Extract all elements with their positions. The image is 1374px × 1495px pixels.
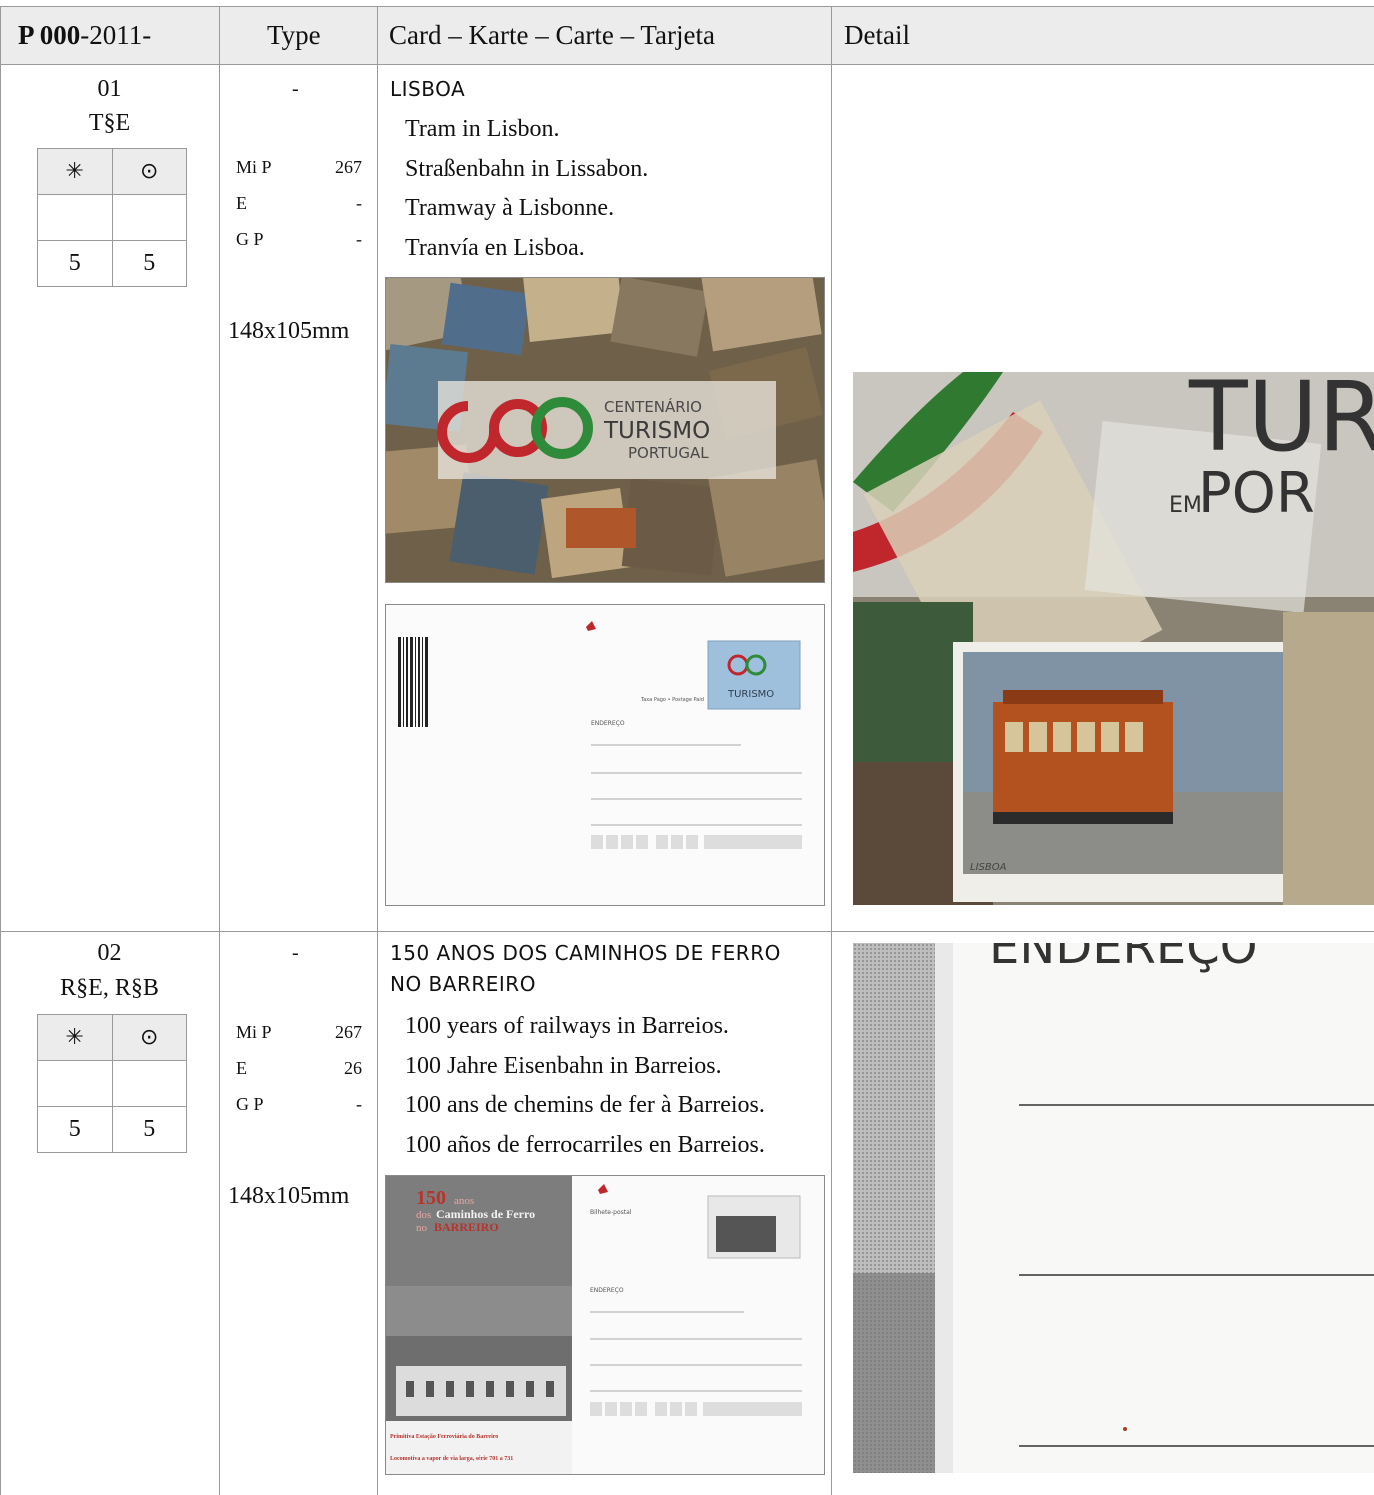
price-table: ✳ ⊙ 55 xyxy=(37,148,187,287)
svg-text:no: no xyxy=(416,1222,428,1234)
catalog-row: E- xyxy=(236,193,362,213)
price-mint: 5 xyxy=(37,240,113,287)
logo-portugal: PORTUGAL xyxy=(628,444,709,462)
type-value: - xyxy=(292,78,299,100)
catalog-row: Mi P 267 xyxy=(236,157,362,177)
address-label: ENDEREÇO xyxy=(591,720,625,727)
svg-text:BARREIRO: BARREIRO xyxy=(434,1220,499,1234)
used-icon: ⊙ xyxy=(111,148,187,195)
svg-text:TURISMO: TURISMO xyxy=(727,689,774,700)
empty-cell xyxy=(37,194,113,241)
empty-cell xyxy=(111,194,187,241)
entry-number: 02 xyxy=(97,940,122,966)
header-code-year: -2011- xyxy=(80,19,152,50)
catalog-row: G P- xyxy=(236,229,362,249)
empty-cell xyxy=(37,1060,113,1107)
svg-text:ENDEREÇO: ENDEREÇO xyxy=(590,1287,624,1294)
card-back-image: TURISMO Taxa Pago • Postage Paid ENDEREÇ… xyxy=(385,604,825,906)
detail-tur: TUR xyxy=(1188,372,1374,473)
svg-text:anos: anos xyxy=(454,1195,474,1207)
svg-text:Caminhos de Ferro: Caminhos de Ferro xyxy=(436,1207,535,1221)
catalog-row: Mi P 267 xyxy=(236,1022,362,1042)
card-size: 148x105mm xyxy=(228,318,350,344)
price-mint: 5 xyxy=(37,1106,113,1153)
desc-es: 100 años de ferrocarriles en Barreios. xyxy=(405,1131,765,1158)
mint-icon: ✳ xyxy=(37,1014,113,1061)
mint-icon: ✳ xyxy=(37,148,113,195)
entry-number: 01 xyxy=(97,76,122,102)
rule xyxy=(831,6,832,1495)
svg-text:Primitiva Estação Ferroviária: Primitiva Estação Ferroviária do Barreir… xyxy=(390,1434,498,1440)
header-type: Type xyxy=(267,19,321,50)
card-title: 150 ANOS DOS CAMINHOS DE FERRO NO BARREI… xyxy=(390,941,781,996)
catalog-list: Mi P 267 E 26 G P- xyxy=(236,1022,362,1130)
card-image: 150 anos dos Caminhos de Ferro no BARREI… xyxy=(385,1175,825,1475)
card-front-image: CENTENÁRIO TURISMO PORTUGAL xyxy=(385,277,825,583)
desc-en: 100 years of railways in Barreios. xyxy=(405,1013,729,1039)
header-card: Card – Karte – Carte – Tarjeta xyxy=(389,19,715,50)
detail-por: POR xyxy=(1198,461,1315,526)
desc-en: Tram in Lisbon. xyxy=(405,116,560,142)
catalog-row: G P- xyxy=(236,1094,362,1114)
catalog-list: Mi P 267 E- G P- xyxy=(236,157,362,265)
desc-de: 100 Jahre Eisenbahn in Barreios. xyxy=(405,1052,722,1079)
empty-cell xyxy=(111,1060,187,1107)
type-value: - xyxy=(292,942,299,964)
rule xyxy=(0,6,1,1495)
rule xyxy=(377,6,378,1495)
card-descriptions: 100 years of railways in Barreios. 100 J… xyxy=(405,1007,765,1165)
desc-fr: Tramway à Lisbonne. xyxy=(405,195,615,221)
entry-variant: R§E, R§B xyxy=(60,975,159,1001)
entry-variant: T§E xyxy=(88,110,131,136)
detail-em: EM xyxy=(1169,493,1202,518)
rule xyxy=(0,64,1374,65)
header-detail: Detail xyxy=(844,19,910,50)
price-table: ✳ ⊙ 55 xyxy=(37,1014,187,1153)
logo-centenario: CENTENÁRIO xyxy=(604,397,702,416)
card-title: LISBOA xyxy=(390,77,466,101)
card-size: 148x105mm xyxy=(228,1183,350,1209)
svg-text:Locomotiva a vapor de via larg: Locomotiva a vapor de via larga, série 7… xyxy=(390,1456,513,1462)
price-used: 5 xyxy=(111,1106,187,1153)
detail-address: ENDEREÇO xyxy=(989,943,1258,975)
desc-fr: 100 ans de chemins de fer à Barreios. xyxy=(405,1092,765,1118)
svg-text:150: 150 xyxy=(416,1187,446,1209)
used-icon: ⊙ xyxy=(111,1014,187,1061)
svg-text:Bilhete-postal: Bilhete-postal xyxy=(590,1209,632,1216)
header-code-bold: P 000 xyxy=(18,19,81,50)
logo-turismo: TURISMO xyxy=(603,418,710,444)
desc-de: Straßenbahn in Lissabon. xyxy=(405,155,649,182)
price-used: 5 xyxy=(111,240,187,287)
rule xyxy=(219,6,220,1495)
catalog-row: E 26 xyxy=(236,1058,362,1078)
svg-text:Taxa Pago • Postage Paid: Taxa Pago • Postage Paid xyxy=(640,697,704,703)
desc-es: Tranvía en Lisboa. xyxy=(405,234,585,261)
detail-image: TUR EM POR LISBOA xyxy=(853,372,1374,905)
rule xyxy=(0,931,1374,932)
header-code: P 000 -2011- xyxy=(18,6,151,64)
card-descriptions: Tram in Lisbon. Straßenbahn in Lissabon.… xyxy=(405,110,648,268)
detail-image: ENDEREÇO xyxy=(853,943,1374,1473)
svg-text:dos: dos xyxy=(416,1209,431,1221)
detail-caption: LISBOA xyxy=(970,862,1007,873)
